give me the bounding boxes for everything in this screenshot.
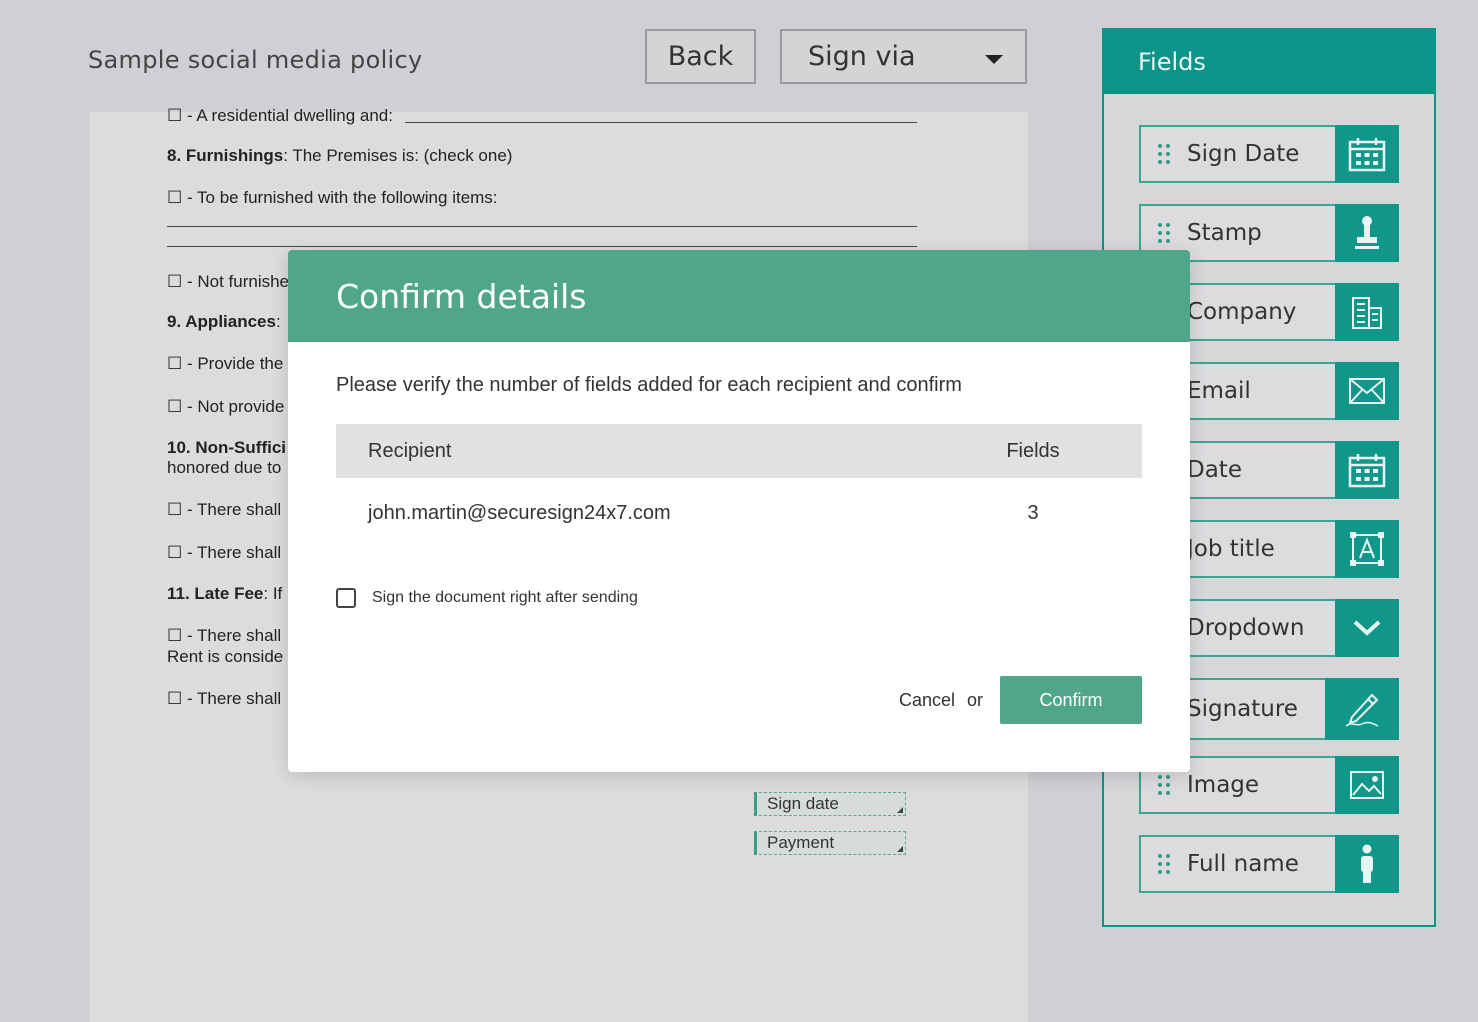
cancel-link[interactable]: Cancel — [899, 690, 955, 711]
doc-line: ☐ - There shall — [167, 626, 282, 645]
sign-via-label: Sign via — [808, 41, 916, 72]
drag-handle-icon[interactable] — [1141, 837, 1187, 891]
fill-line — [405, 122, 917, 123]
fields-panel-title: Fields — [1104, 30, 1434, 94]
field-label: Stamp — [1187, 220, 1262, 246]
chevron-down-icon — [985, 55, 1003, 64]
back-button[interactable]: Back — [645, 29, 756, 84]
resize-handle[interactable] — [897, 846, 903, 852]
building-icon — [1335, 283, 1399, 341]
column-header-fields: Fields — [1006, 439, 1060, 462]
fill-line — [167, 246, 917, 247]
placed-field-sign-date[interactable]: Sign date — [754, 792, 906, 816]
field-item-sign-date[interactable]: Sign Date — [1139, 125, 1399, 183]
doc-line: 10. Non-Suffici — [167, 438, 287, 457]
document-title: Sample social media policy — [88, 46, 423, 74]
modal-title: Confirm details — [288, 250, 1190, 342]
field-label: Date — [1187, 457, 1242, 483]
doc-line: Rent is conside — [167, 647, 284, 666]
column-header-recipient: Recipient — [368, 439, 452, 462]
sign-after-sending-checkbox[interactable] — [336, 588, 356, 608]
text-box-icon — [1335, 520, 1399, 578]
field-item-full-name[interactable]: Full name — [1139, 835, 1399, 893]
doc-line: honored due to — [167, 458, 282, 477]
calendar-icon — [1335, 441, 1399, 499]
stamp-icon — [1335, 204, 1399, 262]
field-label: Image — [1187, 772, 1260, 798]
field-label: Full name — [1187, 851, 1299, 877]
doc-line: ☐ - Provide the — [167, 354, 284, 373]
field-label: Dropdown — [1187, 615, 1305, 641]
sign-via-dropdown[interactable]: Sign via — [780, 29, 1027, 84]
placed-field-label: Sign date — [767, 794, 839, 813]
confirm-button[interactable]: Confirm — [1000, 676, 1142, 724]
doc-line: 11. Late Fee: If — [167, 584, 283, 603]
drag-handle-icon[interactable] — [1141, 127, 1187, 181]
pen-icon — [1325, 678, 1399, 740]
image-icon — [1335, 756, 1399, 814]
doc-line: ☐ - There shall — [167, 689, 282, 708]
doc-line: ☐ - To be furnished with the following i… — [167, 188, 498, 207]
envelope-icon — [1335, 362, 1399, 420]
table-row: john.martin@securesign24x7.com 3 — [336, 488, 1142, 538]
confirm-details-modal: Confirm details Please verify the number… — [288, 250, 1190, 772]
doc-line: 9. Appliances: — [167, 312, 281, 331]
field-label: Company — [1187, 299, 1297, 325]
sign-after-sending-label[interactable]: Sign the document right after sending — [372, 589, 638, 607]
field-label: Job title — [1187, 536, 1275, 562]
field-count: 3 — [1027, 501, 1039, 524]
recipient-email: john.martin@securesign24x7.com — [368, 501, 671, 524]
sign-after-sending-option[interactable]: Sign the document right after sending — [336, 588, 638, 608]
modal-description: Please verify the number of fields added… — [336, 374, 962, 396]
fill-line — [167, 226, 917, 227]
field-label: Email — [1187, 378, 1251, 404]
placed-field-label: Payment — [767, 833, 835, 852]
person-icon — [1335, 835, 1399, 893]
placed-field-payment[interactable]: Payment — [754, 831, 906, 855]
recipients-table-header: Recipient Fields — [336, 424, 1142, 478]
doc-line: ☐ - There shall — [167, 500, 282, 519]
chevron-down-icon — [1335, 599, 1399, 657]
resize-handle[interactable] — [897, 807, 903, 813]
field-label: Sign Date — [1187, 141, 1300, 167]
doc-line: 8. Furnishings: The Premises is: (check … — [167, 146, 513, 165]
doc-line: ☐ - A residential dwelling and: — [167, 106, 393, 125]
modal-actions: Cancel or Confirm — [899, 676, 1142, 724]
calendar-icon — [1335, 125, 1399, 183]
doc-line: ☐ - There shall — [167, 543, 282, 562]
or-text: or — [966, 689, 983, 710]
field-label: Signature — [1187, 696, 1298, 722]
doc-line: ☐ - Not provide — [167, 397, 285, 416]
doc-line: ☐ - Not furnishe — [167, 272, 290, 291]
